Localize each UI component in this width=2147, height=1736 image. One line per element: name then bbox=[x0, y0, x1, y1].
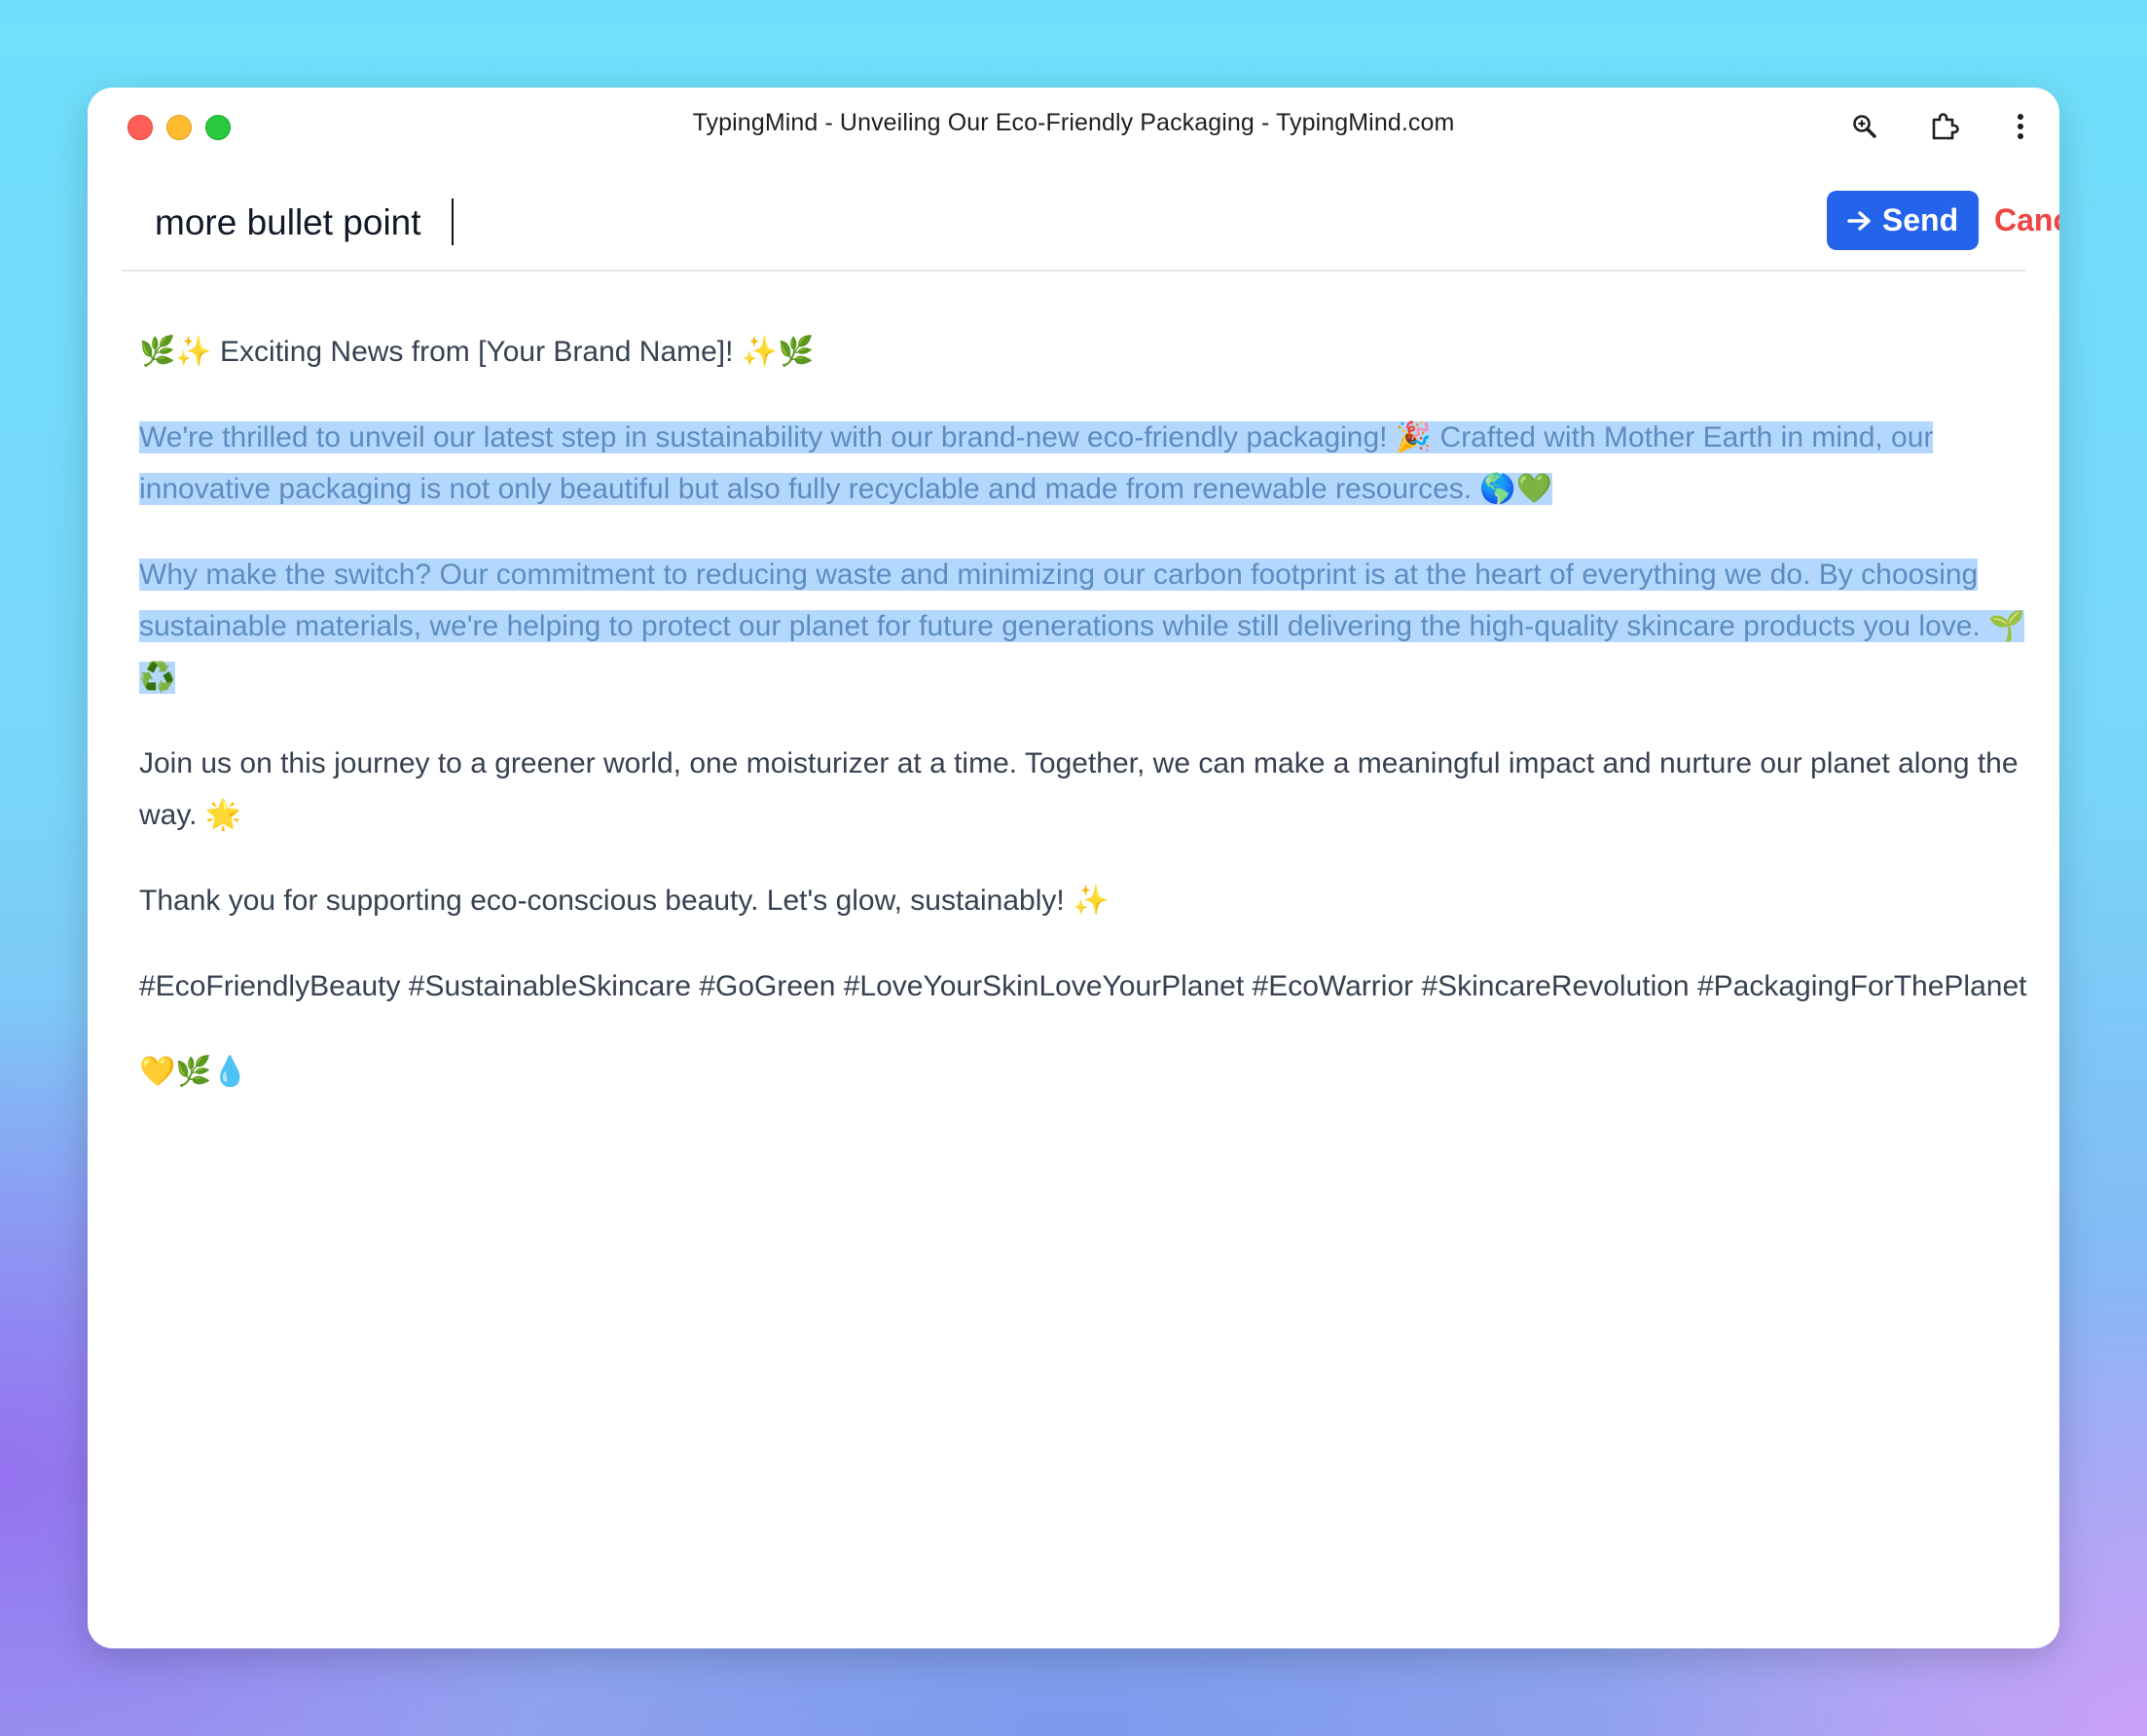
message-closing-emoji: 💛🌿💧 bbox=[139, 1055, 249, 1089]
app-window: TypingMind - Unveiling Our Eco-Friendly … bbox=[88, 88, 2059, 1648]
message-heading: 🌿✨ Exciting News from [Your Brand Name]!… bbox=[139, 336, 815, 368]
message-paragraph-1: We're thrilled to unveil our latest step… bbox=[139, 412, 2027, 515]
more-vertical-icon[interactable] bbox=[2001, 107, 2040, 146]
message-paragraph-2: Why make the switch? Our commitment to r… bbox=[139, 549, 2027, 704]
window-title: TypingMind - Unveiling Our Eco-Friendly … bbox=[692, 109, 1455, 136]
message-paragraph-3: Join us on this journey to a greener wor… bbox=[139, 747, 2019, 831]
zoom-icon[interactable] bbox=[1845, 107, 1884, 146]
selected-text-2: Why make the switch? Our commitment to r… bbox=[139, 559, 2025, 694]
selected-text-1: We're thrilled to unveil our latest step… bbox=[139, 421, 1934, 505]
send-button[interactable]: Send bbox=[1827, 191, 1979, 250]
prompt-input[interactable] bbox=[155, 189, 1712, 257]
title-bar: TypingMind - Unveiling Our Eco-Friendly … bbox=[88, 88, 2059, 162]
arrow-right-icon bbox=[1847, 210, 1871, 231]
prompt-bar: Send Cancel bbox=[122, 185, 2059, 271]
text-caret bbox=[452, 199, 454, 245]
send-button-label: Send bbox=[1881, 202, 1959, 237]
message-content: 🌿✨ Exciting News from [Your Brand Name]!… bbox=[139, 326, 2027, 1132]
message-hashtags: #EcoFriendlyBeauty #SustainableSkincare … bbox=[139, 970, 2027, 1002]
extension-icon[interactable] bbox=[1925, 107, 1964, 146]
message-paragraph-4: Thank you for supporting eco-conscious b… bbox=[139, 885, 1110, 917]
cancel-button[interactable]: Cancel bbox=[1990, 191, 2059, 250]
